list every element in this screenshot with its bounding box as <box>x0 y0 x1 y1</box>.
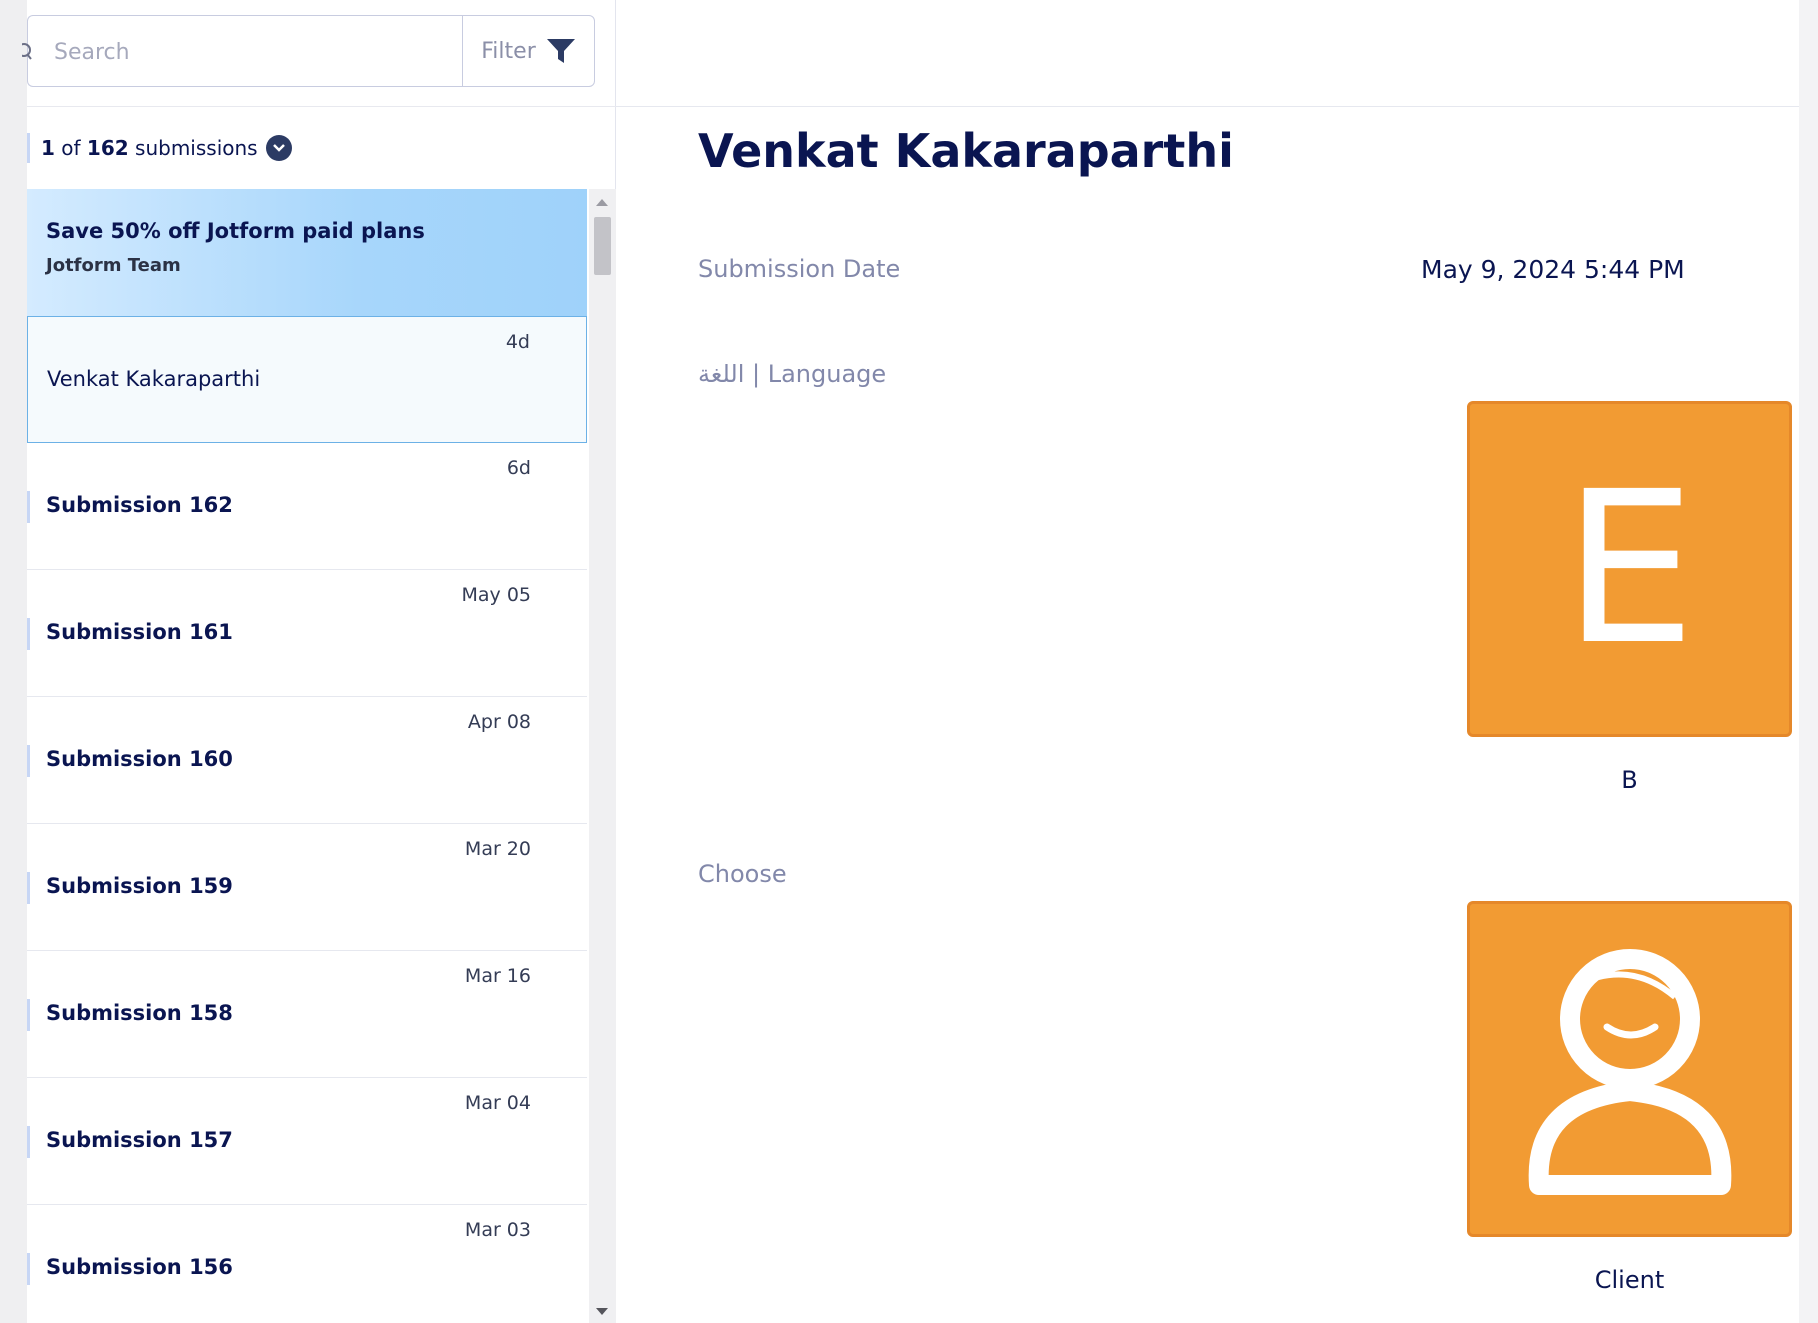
right-edge <box>1799 0 1818 1323</box>
count-current: 1 <box>41 136 55 160</box>
list-item[interactable]: 4d Venkat Kakaraparthi <box>27 316 587 443</box>
item-name: Submission 157 <box>46 1128 233 1152</box>
item-marker <box>27 491 30 523</box>
language-caption: B <box>1621 766 1638 794</box>
item-marker <box>27 999 30 1031</box>
count-of: of <box>61 136 81 160</box>
item-name: Submission 159 <box>46 874 233 898</box>
count-unit: submissions <box>135 136 258 160</box>
list-item[interactable]: Mar 16 Submission 158 <box>27 951 587 1078</box>
item-date: Apr 08 <box>467 711 531 733</box>
app: Filter 1 of 162 submissions Save 50% off… <box>0 0 1818 1323</box>
list-item[interactable]: Mar 20 Submission 159 <box>27 824 587 951</box>
promo-title: Save 50% off Jotform paid plans <box>46 219 425 243</box>
page-title: Venkat Kakaraparthi <box>698 124 1234 178</box>
item-marker <box>27 1253 30 1285</box>
list-item[interactable]: 6d Submission 162 <box>27 443 587 570</box>
list-item[interactable]: May 05 Submission 161 <box>27 570 587 697</box>
item-name: Submission 161 <box>46 620 233 644</box>
item-date: Mar 16 <box>464 965 531 987</box>
search-area: Filter <box>17 0 616 107</box>
item-name: Submission 160 <box>46 747 233 771</box>
scroll-thumb[interactable] <box>594 217 611 275</box>
item-marker <box>27 745 30 777</box>
item-date: Mar 20 <box>464 838 531 860</box>
scroll-down-arrow[interactable] <box>596 1308 608 1315</box>
filter-button[interactable]: Filter <box>462 15 595 87</box>
person-icon <box>1528 949 1731 1195</box>
filter-label: Filter <box>481 38 536 64</box>
chevron-down-icon[interactable] <box>265 135 292 161</box>
choose-caption: Client <box>1594 1266 1665 1294</box>
choose-card <box>1467 901 1792 1237</box>
item-marker <box>27 872 30 904</box>
item-name: Submission 158 <box>46 1001 233 1025</box>
item-name: Submission 156 <box>46 1255 233 1279</box>
item-date: Mar 03 <box>464 1219 531 1241</box>
choose-label: Choose <box>698 860 787 888</box>
language-label: اللغة | Language <box>698 360 887 388</box>
search-icon <box>17 42 38 62</box>
detail-toolbar <box>616 0 1799 107</box>
submission-count: 1 of 162 submissions <box>27 107 616 189</box>
left-strip <box>0 0 27 1323</box>
promo-subtitle: Jotform Team <box>46 255 181 276</box>
item-marker <box>27 1126 30 1158</box>
item-date: 6d <box>506 457 531 479</box>
scroll-up-arrow[interactable] <box>596 199 608 206</box>
search-input[interactable] <box>54 32 444 72</box>
submission-date-label: Submission Date <box>698 255 901 283</box>
count-marker <box>27 133 30 163</box>
language-card-letter: E <box>1563 446 1696 691</box>
submission-detail: Venkat Kakaraparthi Submission Date May … <box>616 0 1799 1323</box>
item-date: Mar 04 <box>464 1092 531 1114</box>
count-text: 1 of 162 submissions <box>41 136 258 160</box>
submissions-sidebar: Filter 1 of 162 submissions Save 50% off… <box>17 0 616 1323</box>
item-name: Venkat Kakaraparthi <box>47 367 261 391</box>
item-date: 4d <box>505 331 530 353</box>
count-total: 162 <box>86 136 129 160</box>
submission-date-value: May 9, 2024 5:44 PM <box>1421 255 1685 284</box>
list-item[interactable]: Apr 08 Submission 160 <box>27 697 587 824</box>
submission-list: Save 50% off Jotform paid plans Jotform … <box>27 189 587 1323</box>
promo-banner[interactable]: Save 50% off Jotform paid plans Jotform … <box>27 189 587 316</box>
language-card: E <box>1467 401 1792 737</box>
item-name: Submission 162 <box>46 493 233 517</box>
list-scrollbar[interactable] <box>589 189 616 1323</box>
item-marker <box>27 618 30 650</box>
funnel-icon <box>546 37 576 65</box>
list-item[interactable]: Mar 03 Submission 156 <box>27 1205 587 1323</box>
search-box[interactable] <box>17 15 462 87</box>
item-date: May 05 <box>461 584 532 606</box>
list-item[interactable]: Mar 04 Submission 157 <box>27 1078 587 1205</box>
